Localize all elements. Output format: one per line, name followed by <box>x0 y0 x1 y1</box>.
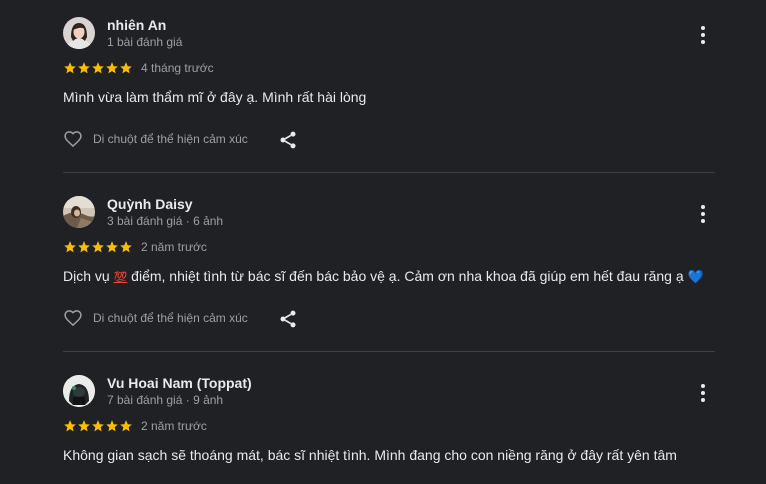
avatar[interactable] <box>63 375 95 407</box>
star-icon <box>78 62 90 74</box>
share-icon <box>280 310 296 328</box>
share-icon <box>280 131 296 149</box>
star-icon <box>92 420 104 432</box>
star-icon <box>92 241 104 253</box>
star-icon <box>106 420 118 432</box>
author-name[interactable]: nhiên An <box>107 17 166 33</box>
rating-row: 2 năm trước <box>63 240 207 254</box>
share-button[interactable] <box>278 130 298 150</box>
review-text: Mình vừa làm thẩm mĩ ở đây ạ. Mình rất h… <box>63 89 367 105</box>
heart-outline-icon <box>64 310 82 327</box>
review-actions: Di chuột để thể hiện cảm xúc <box>63 129 303 151</box>
avatar[interactable] <box>63 196 95 228</box>
star-icon <box>64 241 76 253</box>
author-review-count[interactable]: 3 bài đánh giá · 6 ảnh <box>107 214 223 228</box>
author-review-count[interactable]: 1 bài đánh giá <box>107 35 182 49</box>
star-icon <box>78 241 90 253</box>
blue-heart-emoji: 💙 <box>687 269 704 284</box>
review-text: Không gian sạch sẽ thoáng mát, bác sĩ nh… <box>63 447 677 463</box>
hundred-points-emoji: 💯 <box>113 272 128 284</box>
author-name[interactable]: Vu Hoai Nam (Toppat) <box>107 375 252 391</box>
review-actions: Di chuột để thể hiện cảm xúc <box>63 308 303 330</box>
review-date: 2 năm trước <box>141 419 207 433</box>
review-card: nhiên An 1 bài đánh giá 4 tháng trước Mì… <box>0 17 766 157</box>
review-list: nhiên An 1 bài đánh giá 4 tháng trước Mì… <box>0 0 766 484</box>
star-icon <box>106 241 118 253</box>
review-card: Quỳnh Daisy 3 bài đánh giá · 6 ảnh 2 năm… <box>0 196 766 336</box>
more-options-button[interactable] <box>692 203 714 225</box>
review-text-part: điểm, nhiệt tình từ bác sĩ đến bác bảo v… <box>127 268 688 284</box>
star-icon <box>120 241 132 253</box>
star-icon <box>106 62 118 74</box>
like-hint-label: Di chuột để thể hiện cảm xúc <box>93 311 248 325</box>
review-text-part: Dịch vụ <box>63 268 114 284</box>
star-icon <box>120 420 132 432</box>
divider <box>63 172 715 173</box>
more-options-button[interactable] <box>692 382 714 404</box>
divider <box>63 351 715 352</box>
review-text: Dịch vụ 💯 điểm, nhiệt tình từ bác sĩ đến… <box>63 268 704 285</box>
author-review-count[interactable]: 7 bài đánh giá · 9 ảnh <box>107 393 223 407</box>
share-button[interactable] <box>278 309 298 329</box>
star-rating <box>63 419 133 433</box>
star-icon <box>64 420 76 432</box>
star-rating <box>63 61 133 75</box>
more-options-button[interactable] <box>692 24 714 46</box>
star-icon <box>64 62 76 74</box>
heart-outline-icon <box>64 131 82 148</box>
more-vert-icon <box>701 384 705 388</box>
rating-row: 2 năm trước <box>63 419 207 433</box>
avatar[interactable] <box>63 17 95 49</box>
rating-row: 4 tháng trước <box>63 61 214 75</box>
review-date: 2 năm trước <box>141 240 207 254</box>
like-hint-label: Di chuột để thể hiện cảm xúc <box>93 132 248 146</box>
review-date: 4 tháng trước <box>141 61 214 75</box>
more-vert-icon <box>701 205 705 209</box>
more-vert-icon <box>701 26 705 30</box>
review-card: Vu Hoai Nam (Toppat) 7 bài đánh giá · 9 … <box>0 375 766 484</box>
like-button[interactable]: Di chuột để thể hiện cảm xúc <box>63 129 248 149</box>
like-button[interactable]: Di chuột để thể hiện cảm xúc <box>63 308 248 328</box>
star-icon <box>78 420 90 432</box>
star-rating <box>63 240 133 254</box>
star-icon <box>92 62 104 74</box>
author-name[interactable]: Quỳnh Daisy <box>107 196 193 212</box>
star-icon <box>120 62 132 74</box>
